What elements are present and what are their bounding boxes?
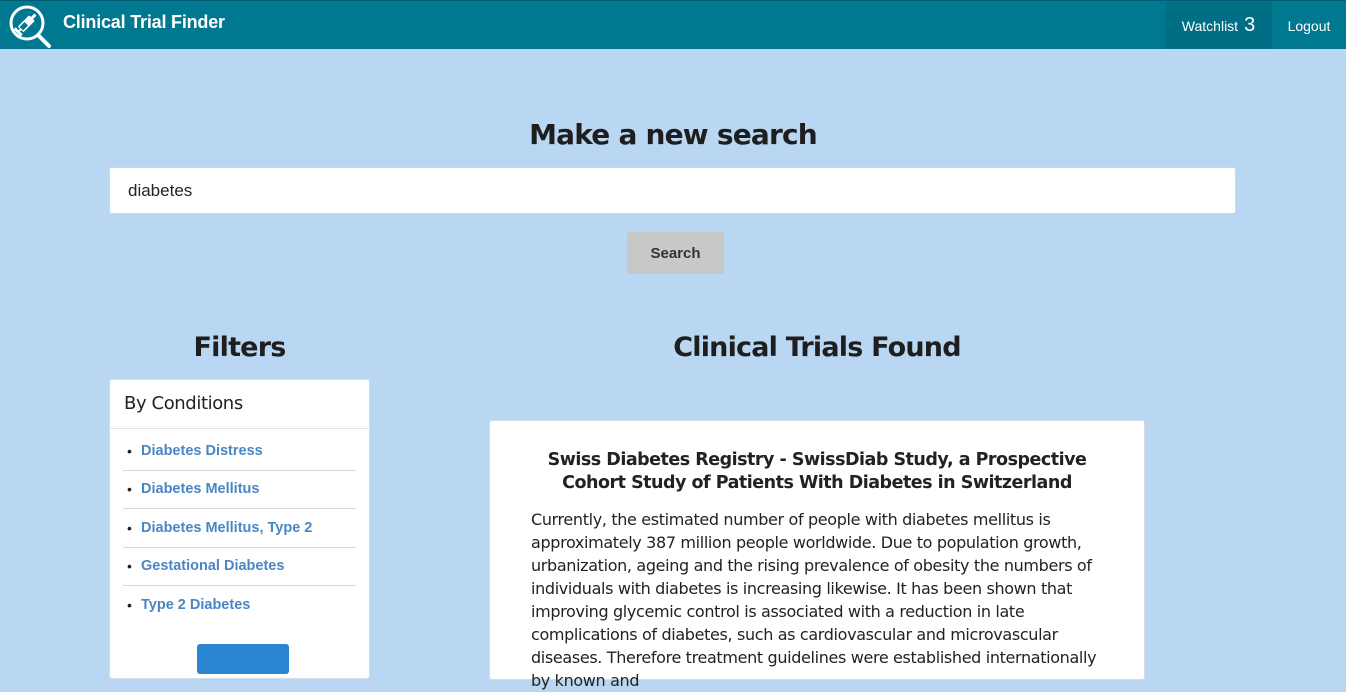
filter-link[interactable]: Gestational Diabetes [141, 558, 284, 574]
app-title: Clinical Trial Finder [63, 12, 225, 32]
search-button[interactable]: Search [627, 232, 724, 274]
filter-item-diabetes-mellitus-type-2: • Diabetes Mellitus, Type 2 [123, 509, 356, 548]
filter-item-gestational-diabetes: • Gestational Diabetes [123, 548, 356, 586]
filter-item-diabetes-mellitus: • Diabetes Mellitus [123, 471, 356, 509]
filter-card-title: By Conditions [110, 380, 369, 429]
filter-item-type-2-diabetes: • Type 2 Diabetes [123, 586, 356, 625]
filter-link[interactable]: Diabetes Distress [141, 443, 263, 459]
syringe-magnifier-icon [9, 5, 51, 48]
bullet-icon: • [127, 558, 132, 575]
results-heading: Clinical Trials Found [673, 332, 961, 363]
condition-filter-list: • Diabetes Distress • Diabetes Mellitus … [110, 432, 369, 625]
trial-title[interactable]: Swiss Diabetes Registry - SwissDiab Stud… [490, 449, 1144, 495]
bullet-icon: • [127, 519, 132, 536]
top-navbar: Clinical Trial Finder Watchlist 3 Logout [0, 0, 1346, 49]
filters-heading: Filters [193, 332, 287, 363]
filter-link[interactable]: Diabetes Mellitus [141, 481, 259, 497]
filter-link[interactable]: Type 2 Diabetes [141, 597, 250, 613]
bullet-icon: • [127, 481, 132, 498]
search-input[interactable] [109, 167, 1236, 214]
watchlist-label: Watchlist [1181, 17, 1239, 34]
apply-filters-button[interactable] [197, 644, 289, 674]
bullet-icon: • [127, 597, 132, 614]
watchlist-link[interactable]: Watchlist 3 [1165, 2, 1272, 49]
filter-item-diabetes-distress: • Diabetes Distress [123, 432, 356, 471]
bullet-icon: • [127, 442, 132, 459]
brand[interactable]: Clinical Trial Finder [7, 3, 225, 48]
logout-link[interactable]: Logout [1272, 2, 1346, 49]
search-heading: Make a new search [529, 118, 818, 151]
trial-summary: Currently, the estimated number of peopl… [531, 510, 1097, 690]
trial-card[interactable]: Swiss Diabetes Registry - SwissDiab Stud… [489, 420, 1145, 690]
conditions-filter-card: By Conditions • Diabetes Distress • Diab… [109, 379, 370, 679]
filter-link[interactable]: Diabetes Mellitus, Type 2 [141, 520, 312, 536]
watchlist-count: 3 [1244, 14, 1256, 36]
